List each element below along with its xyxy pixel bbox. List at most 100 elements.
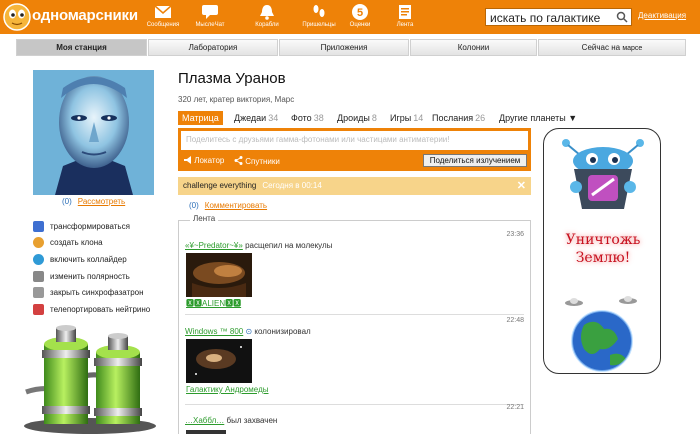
now-on-value: марсе: [622, 45, 643, 52]
profile-subinfo: 320 лет, кратер виктория, Марс: [178, 95, 295, 104]
action-label: изменить полярность: [50, 271, 130, 281]
feed-caption[interactable]: 🆇🆇ALIEN🆇🆇: [186, 298, 241, 309]
now-on-label: Сейчас на: [581, 43, 621, 52]
action-change-polarity[interactable]: изменить полярность: [33, 268, 163, 285]
action-enable-collider[interactable]: включить коллайдер: [33, 251, 163, 268]
logout-link[interactable]: Деактивация: [638, 11, 686, 20]
ad-text: Уничтожь Землю!: [544, 231, 660, 267]
share-radiation-button[interactable]: Поделиться излучением: [423, 154, 527, 167]
transform-icon: [33, 220, 44, 232]
feed-time: 23:36: [506, 231, 524, 238]
search-icon: [616, 11, 628, 23]
search-input[interactable]: искать по галактике: [490, 11, 600, 25]
action-label: телепортировать нейтрино: [50, 304, 151, 314]
profile-name: Плазма Уранов: [178, 70, 286, 87]
action-create-clone[interactable]: создать клона: [33, 235, 163, 252]
tab-label: Послания: [432, 113, 474, 123]
tab-count: 34: [268, 113, 279, 123]
feed-user[interactable]: Windows ™ 800: [185, 327, 243, 336]
toolbar-messages[interactable]: Сообщения: [140, 3, 186, 28]
tab-laboratory[interactable]: Лаборатория: [148, 39, 278, 56]
toolbar-aliens[interactable]: Пришельцы: [296, 3, 342, 28]
compose-box: Поделитесь с друзьями гамма-фотонами или…: [178, 128, 531, 171]
tab-matrix[interactable]: Матрица: [178, 111, 223, 125]
tab-count: 38: [313, 113, 324, 123]
polarity-icon: [33, 270, 44, 282]
tab-colonies[interactable]: Колонии: [410, 39, 537, 56]
main-nav: Моя станция Лаборатория Приложения Колон…: [16, 39, 686, 56]
search-box[interactable]: искать по галактике: [485, 8, 632, 26]
ratings-badge: 5: [357, 7, 363, 19]
feed-action: расщепил на молекулы: [245, 241, 333, 250]
toolbar-ratings[interactable]: 5 Оценки: [337, 3, 383, 28]
feed-icon: [399, 5, 411, 19]
tab-games[interactable]: Игры 14: [390, 111, 423, 125]
battery-illustration: [24, 325, 156, 434]
tab-applications[interactable]: Приложения: [279, 39, 409, 56]
action-close-synchrophasotron[interactable]: закрыть синхрофазатрон: [33, 284, 163, 301]
feed-image[interactable]: [186, 430, 226, 434]
teleport-icon: [33, 303, 44, 315]
feed-caption[interactable]: Галактику Андромеды: [186, 385, 269, 394]
feed-action: колонизировал: [254, 327, 311, 336]
feed-user[interactable]: …Хаббл…: [185, 416, 224, 425]
search-button[interactable]: [613, 9, 631, 25]
feed-image[interactable]: [186, 253, 252, 297]
share-icon: [234, 156, 243, 165]
comment-link[interactable]: Комментировать: [205, 201, 267, 210]
feed-action: был захвачен: [226, 416, 278, 425]
tab-label: Джедаи: [234, 113, 267, 123]
photo-count[interactable]: (0): [62, 197, 72, 206]
ad-line: Землю!: [575, 250, 631, 266]
toolbar-label: Оценки: [349, 22, 371, 28]
status-bar: challenge everything Сегодня в 00:14 ✕: [178, 177, 531, 195]
avatar[interactable]: [33, 70, 154, 195]
compose-input[interactable]: Поделитесь с друзьями гамма-фотонами или…: [181, 131, 528, 150]
alien-logo-icon[interactable]: [2, 2, 32, 32]
avatar-face-image: [33, 70, 154, 195]
sputnik-button[interactable]: Спутники: [234, 156, 280, 166]
top-bar: одномарсники Сообщения МыслеЧат Корабли …: [0, 0, 700, 34]
tab-label: Фото: [291, 113, 312, 123]
site-logo-text[interactable]: одномарсники: [32, 7, 138, 24]
tab-messages[interactable]: Послания 26: [432, 111, 485, 125]
tab-photo[interactable]: Фото 38: [291, 111, 324, 125]
feed-panel: 23:36 «¥~Predator~¥» расщепил на молекул…: [178, 220, 531, 434]
tab-other-planets[interactable]: Другие планеты ▼: [499, 111, 577, 125]
status-text: challenge everything: [183, 181, 257, 190]
clone-icon: [33, 237, 44, 249]
toolbar-ships[interactable]: Корабли: [244, 3, 290, 28]
tab-label: Игры: [390, 113, 412, 123]
robot-icon: [562, 139, 644, 209]
ad-banner[interactable]: Уничтожь Землю!: [543, 128, 661, 374]
feed-item: 22:21 …Хаббл… был захвачен: [179, 404, 530, 434]
toolbar-feed[interactable]: Лента: [382, 3, 428, 28]
feed-time: 22:48: [506, 317, 524, 324]
lock-icon: [33, 287, 44, 299]
action-label: включить коллайдер: [50, 254, 127, 264]
feed-title: Лента: [190, 214, 219, 223]
toolbar-label: Корабли: [255, 22, 279, 28]
action-label: создать клона: [50, 238, 103, 248]
action-label: трансформироваться: [50, 221, 130, 231]
tab-droids[interactable]: Дроиды 8: [337, 111, 377, 125]
action-teleport-neutrino[interactable]: телепортировать нейтрино: [33, 301, 163, 318]
action-transform[interactable]: трансформироваться: [33, 218, 163, 235]
view-photo-link[interactable]: Рассмотреть: [78, 197, 125, 206]
locator-button[interactable]: Локатор: [183, 156, 224, 165]
ufo-icon: [565, 296, 637, 306]
tab-jedi[interactable]: Джедаи 34: [234, 111, 278, 125]
feed-line: …Хаббл… был захвачен: [185, 416, 277, 425]
photo-links: (0) Рассмотреть: [62, 197, 125, 206]
feed-item: 23:36 «¥~Predator~¥» расщепил на молекул…: [179, 221, 530, 313]
footprints-icon: [313, 5, 325, 17]
comment-count[interactable]: (0): [189, 201, 199, 210]
close-icon[interactable]: ✕: [517, 177, 526, 195]
feed-user[interactable]: «¥~Predator~¥»: [185, 241, 243, 250]
profile-tabs: Матрица Джедаи 34 Фото 38 Дроиды 8 Игры 14 П…: [178, 111, 577, 125]
feed-image[interactable]: [186, 339, 252, 383]
profile-actions: трансформироваться создать клона включит…: [33, 218, 163, 318]
tab-my-station[interactable]: Моя станция: [16, 39, 147, 56]
toolbar-mindchat[interactable]: МыслеЧат: [187, 3, 233, 28]
tab-now-on-mars[interactable]: Сейчас на марсе: [538, 39, 686, 56]
